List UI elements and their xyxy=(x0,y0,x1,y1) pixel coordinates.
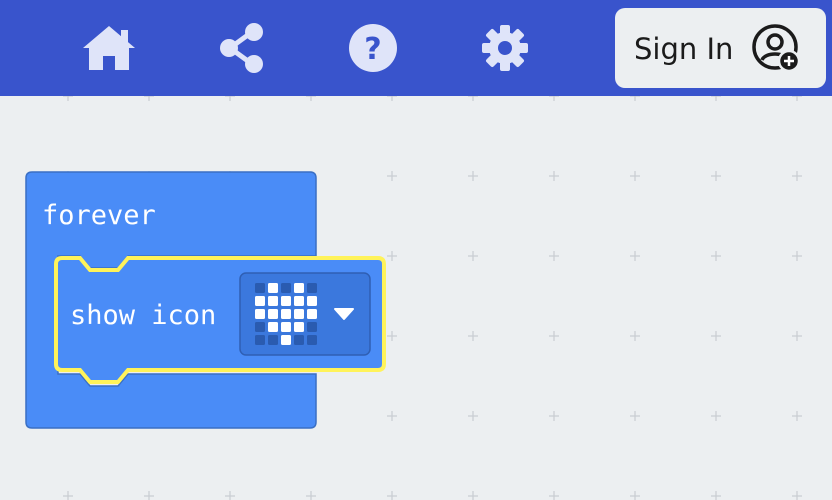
workspace-canvas[interactable]: forever show icon xyxy=(0,96,832,500)
led-pixel xyxy=(255,335,265,345)
heart-led-icon xyxy=(255,283,317,345)
blocks-workspace[interactable]: forever show icon xyxy=(0,96,832,500)
led-pixel xyxy=(294,296,304,306)
led-pixel xyxy=(268,309,278,319)
settings-icon xyxy=(482,25,528,71)
led-pixel xyxy=(281,309,291,319)
led-pixel xyxy=(294,283,304,293)
led-pixel xyxy=(281,283,291,293)
home-icon xyxy=(83,26,135,70)
share-button[interactable] xyxy=(214,22,270,74)
user-add-icon xyxy=(752,24,801,73)
settings-button[interactable] xyxy=(477,22,533,74)
led-pixel xyxy=(307,283,317,293)
sign-in-label: Sign In xyxy=(634,32,734,66)
led-pixel xyxy=(268,335,278,345)
led-pixel xyxy=(255,283,265,293)
forever-label: forever xyxy=(42,200,156,231)
led-pixel xyxy=(255,322,265,332)
show-icon-block[interactable]: show icon xyxy=(54,256,386,384)
svg-text:?: ? xyxy=(364,32,381,67)
led-pixel xyxy=(255,296,265,306)
led-pixel xyxy=(307,309,317,319)
top-toolbar: ? Sign In xyxy=(0,0,832,96)
led-pixel xyxy=(294,335,304,345)
show-icon-label: show icon xyxy=(70,300,216,331)
icon-dropdown[interactable] xyxy=(239,272,371,356)
led-pixel xyxy=(307,296,317,306)
led-pixel xyxy=(294,322,304,332)
help-button[interactable]: ? xyxy=(345,22,401,74)
share-icon xyxy=(220,23,263,73)
led-pixel xyxy=(281,322,291,332)
led-pixel xyxy=(281,335,291,345)
home-button[interactable] xyxy=(81,22,137,74)
led-pixel xyxy=(268,296,278,306)
led-pixel xyxy=(294,309,304,319)
led-pixel xyxy=(307,322,317,332)
help-icon: ? xyxy=(349,24,397,72)
led-pixel xyxy=(268,322,278,332)
led-pixel xyxy=(281,296,291,306)
led-pixel xyxy=(307,335,317,345)
led-pixel xyxy=(255,309,265,319)
led-pixel xyxy=(268,283,278,293)
